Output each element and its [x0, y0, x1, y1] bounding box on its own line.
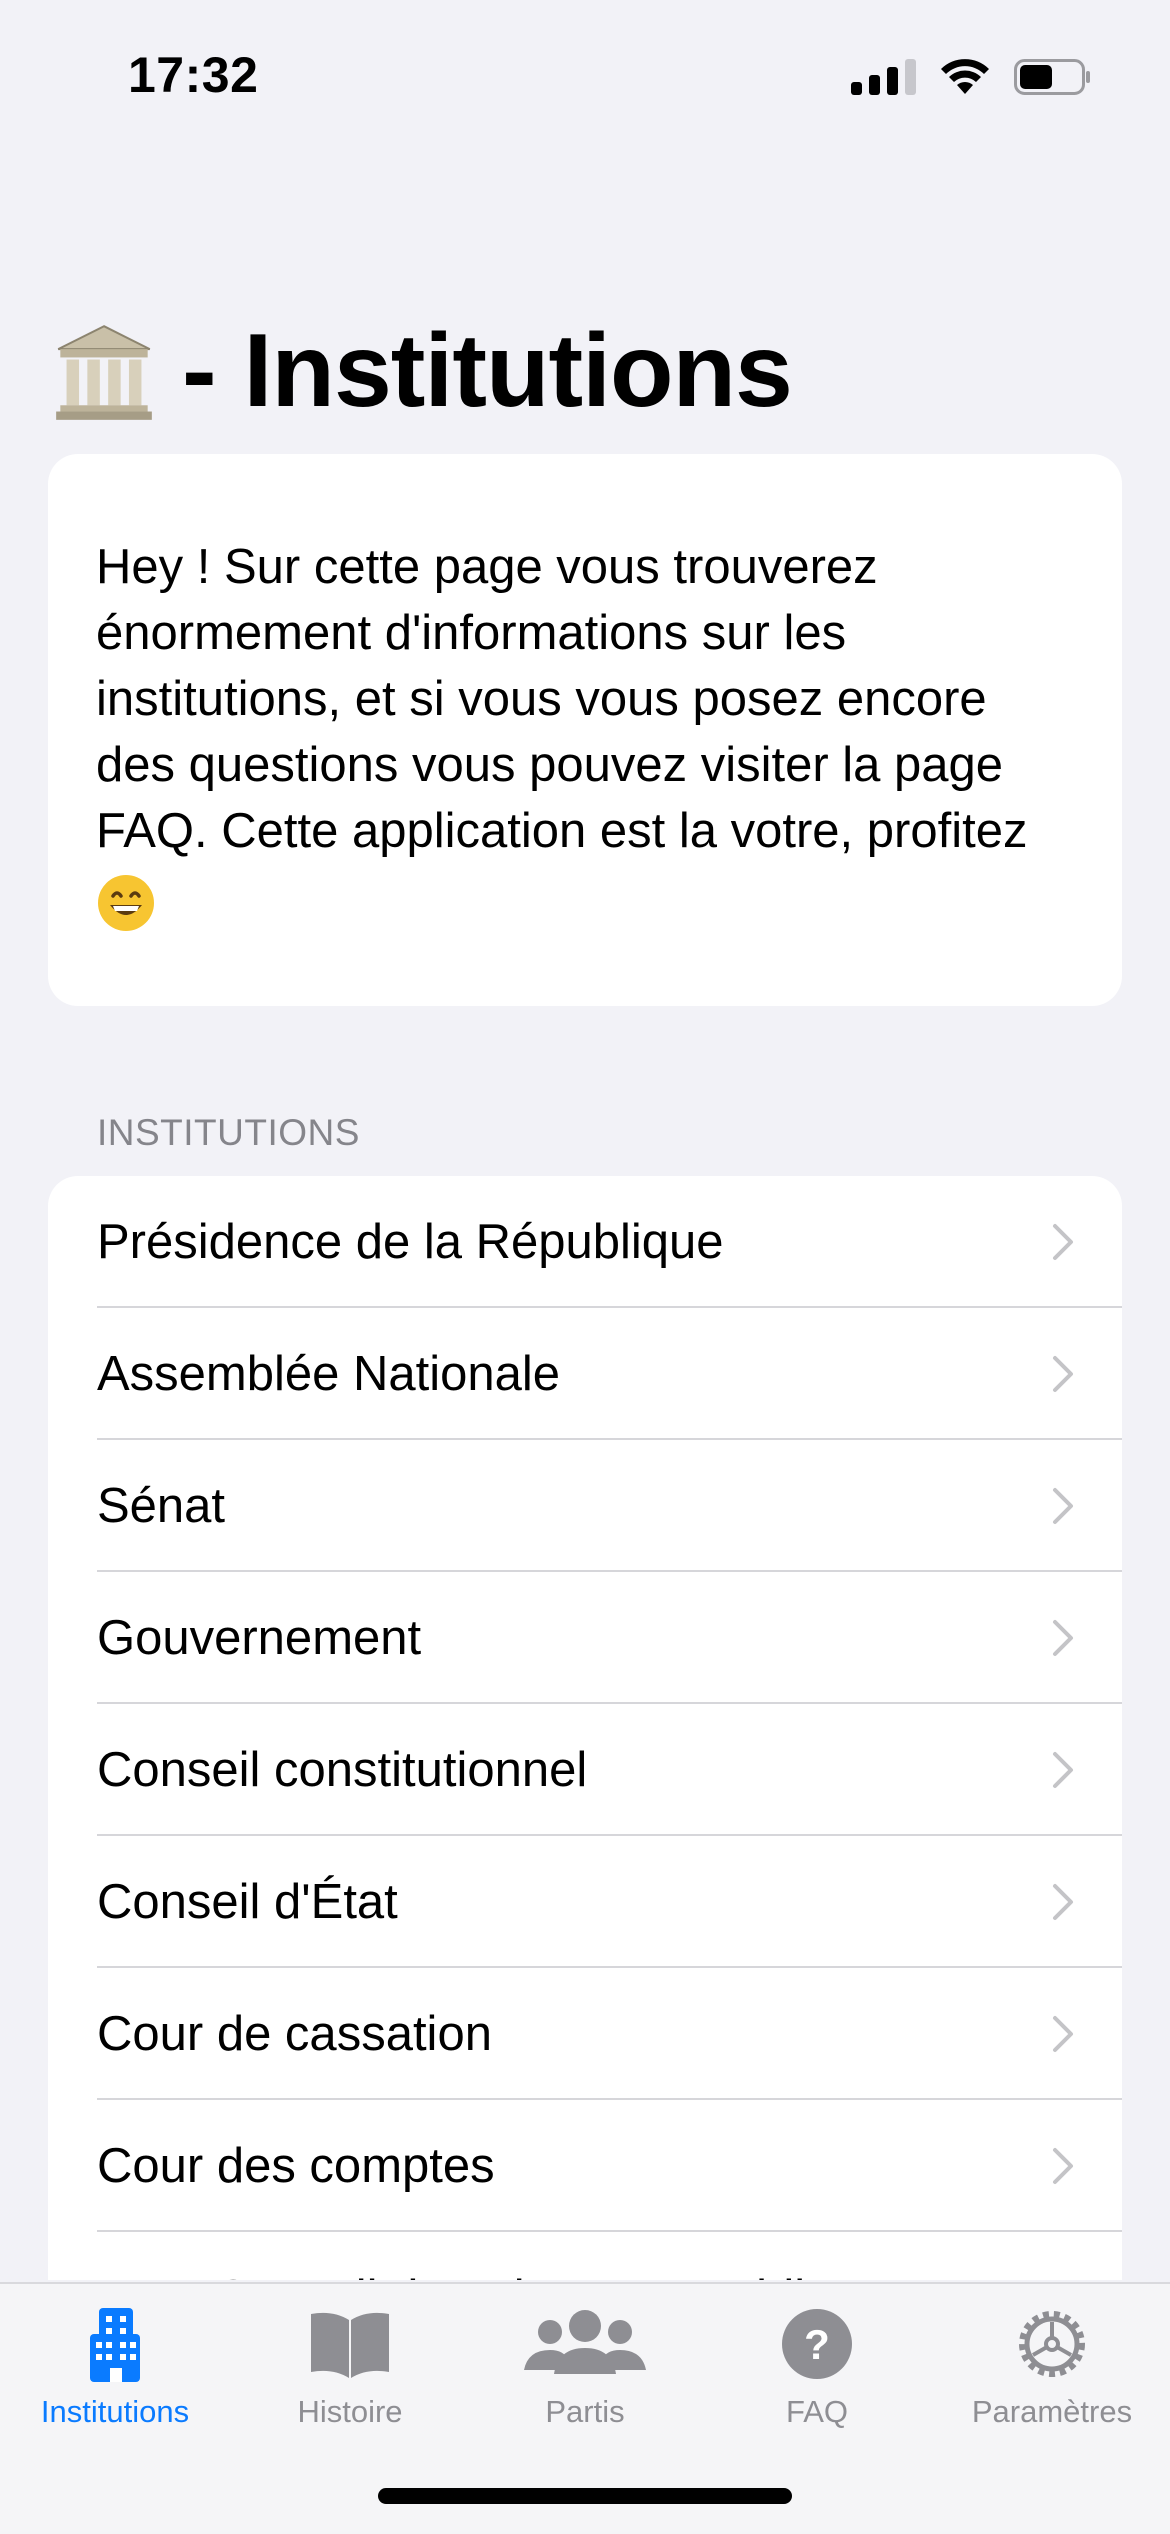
list-item[interactable]: Haut Conseil des Finances Publiques	[48, 2232, 1122, 2280]
tab-parametres[interactable]: Paramètres	[937, 2304, 1167, 2430]
chevron-right-icon	[1053, 1620, 1073, 1656]
status-time: 17:32	[128, 47, 259, 103]
list-item-label: Cour des comptes	[97, 2139, 495, 2193]
tab-label: FAQ	[785, 2394, 848, 2429]
page-title-text: - Institutions	[182, 313, 793, 429]
intro-text: Hey ! Sur cette page vous trouverez énor…	[96, 534, 1074, 933]
list-item[interactable]: Conseil constitutionnel	[48, 1704, 1122, 1836]
chevron-right-icon	[1053, 1488, 1073, 1524]
question-icon: ?	[782, 2309, 852, 2379]
tab-label: Institutions	[40, 2394, 190, 2429]
tab-institutions[interactable]: Institutions	[0, 2304, 230, 2430]
intro-text-body: Hey ! Sur cette page vous trouverez énor…	[96, 540, 1028, 858]
svg-text:?: ?	[804, 2321, 830, 2368]
chevron-right-icon	[1053, 1224, 1073, 1260]
list-item[interactable]: Gouvernement	[48, 1572, 1122, 1704]
list-item-label: Présidence de la République	[97, 1215, 724, 1269]
chevron-right-icon	[1053, 1884, 1073, 1920]
tab-label: Paramètres	[971, 2394, 1133, 2429]
book-icon	[311, 2312, 389, 2378]
wifi-icon	[941, 59, 989, 94]
institutions-list: Présidence de la République Assemblée Na…	[48, 1176, 1122, 2280]
chevron-right-icon	[1053, 1752, 1073, 1788]
list-item-label: Sénat	[97, 1479, 226, 1533]
list-item-label: Assemblée Nationale	[97, 1347, 561, 1401]
list-item-label: Cour de cassation	[97, 2007, 492, 2061]
list-item-label: Conseil d'État	[97, 1875, 398, 1929]
section-header: INSTITUTIONS	[97, 1112, 360, 1153]
chevron-right-icon	[1052, 2279, 1074, 2280]
list-item-label: Haut Conseil des Finances Publiques	[97, 2270, 911, 2280]
gear-icon	[1019, 2311, 1085, 2377]
tab-label: Partis	[545, 2394, 625, 2429]
list-item[interactable]: Cour de cassation	[48, 1968, 1122, 2100]
list-item[interactable]: Conseil d'État	[48, 1836, 1122, 1968]
tab-label: Histoire	[297, 2394, 403, 2429]
chevron-right-icon	[1053, 1356, 1073, 1392]
tab-faq[interactable]: ? FAQ	[702, 2304, 932, 2430]
grinning-face-icon	[98, 875, 154, 932]
list-item[interactable]: Sénat	[48, 1440, 1122, 1572]
classical-building-icon	[56, 324, 152, 420]
battery-icon	[1014, 59, 1090, 95]
cellular-signal-icon	[851, 59, 916, 95]
list-item-label: Conseil constitutionnel	[97, 1743, 588, 1797]
status-icons	[851, 58, 1092, 96]
tab-histoire[interactable]: Histoire	[235, 2304, 465, 2430]
list-item[interactable]: Présidence de la République	[48, 1176, 1122, 1308]
page-title: - Institutions	[52, 312, 793, 431]
chevron-right-icon	[1053, 2016, 1073, 2052]
list-item[interactable]: Cour des comptes	[48, 2100, 1122, 2232]
list-item[interactable]: Assemblée Nationale	[48, 1308, 1122, 1440]
list-item-label: Gouvernement	[97, 1611, 422, 1665]
chevron-right-icon	[1053, 2148, 1073, 2184]
building-icon	[90, 2308, 140, 2382]
people-icon	[524, 2310, 646, 2374]
intro-card: Hey ! Sur cette page vous trouverez énor…	[48, 454, 1122, 1006]
home-indicator	[378, 2488, 792, 2504]
tab-partis[interactable]: Partis	[470, 2304, 700, 2430]
